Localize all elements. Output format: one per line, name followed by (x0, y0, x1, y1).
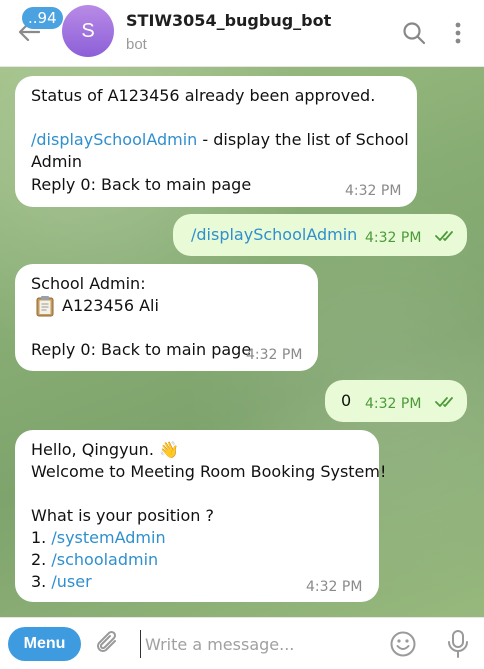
message-text: 3. /user (31, 572, 92, 591)
unread-count-badge: ..94 (22, 7, 63, 29)
incoming-message[interactable]: School Admin: A123456 Ali Reply 0: Back … (15, 264, 318, 371)
message-time: 4:32 PM (306, 579, 363, 595)
command-link[interactable]: /user (51, 572, 91, 591)
chat-header: ..94 S STIW3054_bugbug_bot bot (0, 0, 484, 67)
double-check-icon (435, 397, 453, 407)
message-text: 0 (341, 391, 352, 410)
more-options-button[interactable] (446, 20, 472, 46)
message-time: 4:32 PM (246, 347, 303, 363)
double-check-icon (435, 231, 453, 241)
message-text: Welcome to Meeting Room Booking System! (31, 462, 387, 481)
message-text: Reply 0: Back to main page (31, 175, 252, 194)
message-text: Status of A123456 already been approved. (31, 86, 376, 105)
message-text: /displaySchoolAdmin - display the list o… (31, 130, 409, 149)
message-input[interactable] (140, 630, 380, 658)
message-text: Reply 0: Back to main page (31, 340, 252, 359)
avatar[interactable]: S (62, 5, 114, 57)
command-link[interactable]: /schooladmin (51, 550, 158, 569)
chat-title[interactable]: STIW3054_bugbug_bot (126, 11, 331, 30)
message-list[interactable]: Status of A123456 already been approved.… (0, 67, 484, 617)
message-composer: Menu (0, 617, 484, 669)
message-text: Hello, Qingyun. 👋 (31, 440, 179, 459)
message-text: School Admin: (31, 274, 146, 293)
message-text: 1. /systemAdmin (31, 528, 166, 547)
outgoing-message[interactable]: 0 4:32 PM (325, 380, 467, 422)
message-text: What is your position ? (31, 506, 215, 525)
more-vert-icon (455, 22, 461, 44)
command-link[interactable]: /displaySchoolAdmin (31, 130, 197, 149)
outgoing-message[interactable]: /displaySchoolAdmin 4:32 PM (173, 214, 467, 256)
clipboard-icon (36, 296, 54, 317)
command-link[interactable]: /displaySchoolAdmin (191, 224, 357, 246)
message-time: 4:32 PM (365, 230, 422, 246)
microphone-icon[interactable] (446, 629, 470, 659)
message-text: A123456 Ali (62, 296, 159, 315)
message-time: 4:32 PM (345, 183, 402, 199)
chat-subtitle: bot (126, 36, 147, 53)
menu-button[interactable]: Menu (8, 627, 81, 661)
message-time: 4:32 PM (365, 396, 422, 412)
emoji-icon[interactable] (389, 630, 417, 658)
incoming-message[interactable]: Hello, Qingyun. 👋 Welcome to Meeting Roo… (15, 430, 386, 602)
command-link[interactable]: /systemAdmin (51, 528, 165, 547)
search-button[interactable] (401, 20, 427, 46)
incoming-message[interactable]: Status of A123456 already been approved.… (15, 76, 417, 207)
message-text: Admin (31, 152, 82, 171)
paperclip-icon[interactable] (95, 630, 121, 658)
message-text: 2. /schooladmin (31, 550, 159, 569)
search-icon (403, 22, 426, 45)
